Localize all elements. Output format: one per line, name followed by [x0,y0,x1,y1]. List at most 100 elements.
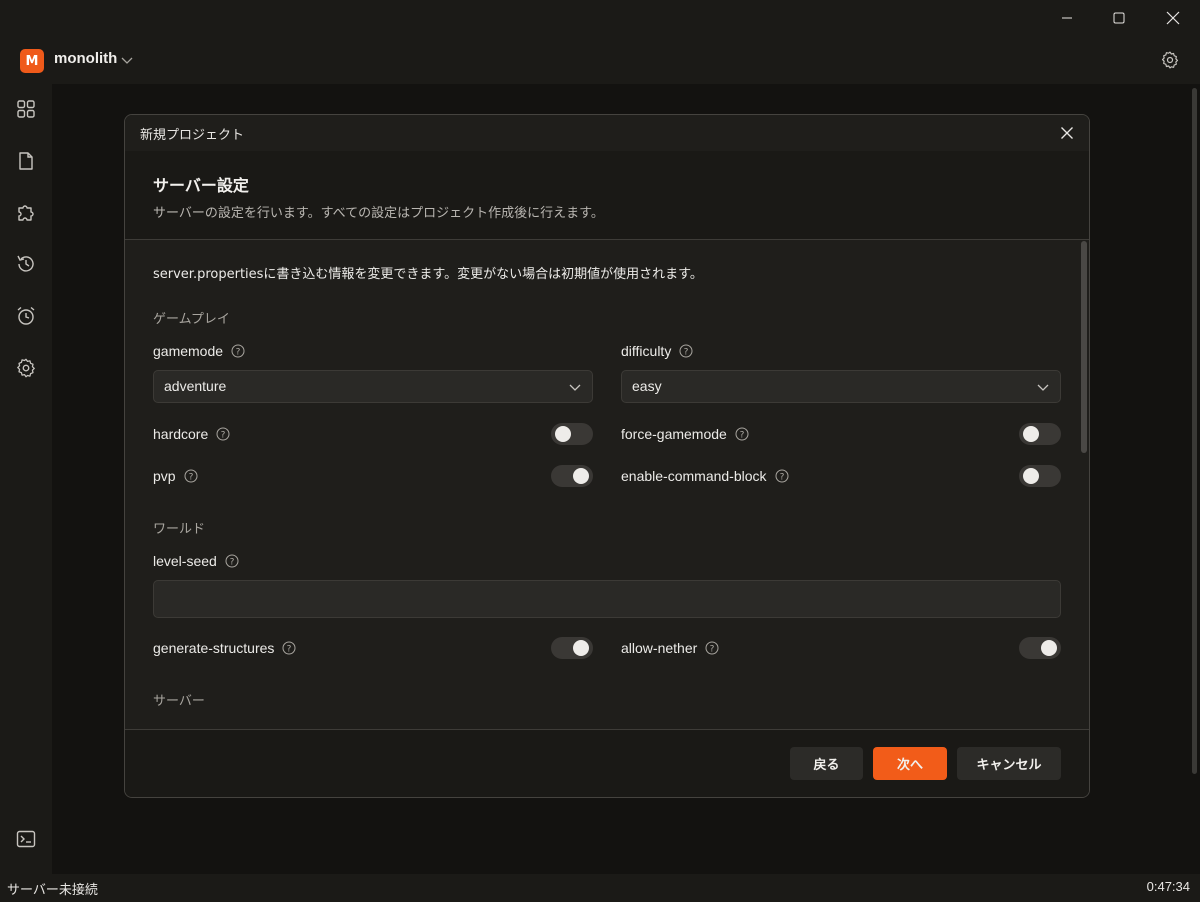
dialog-footer: 戻る 次へ キャンセル [125,729,1089,797]
help-icon[interactable]: ? [705,641,719,655]
gamemode-select[interactable]: adventure [153,370,593,403]
generate-structures-toggle[interactable] [551,637,593,659]
dialog-header: サーバー設定 サーバーの設定を行います。すべての設定はプロジェクト作成後に行えま… [125,151,1089,240]
level-seed-input[interactable] [153,580,1061,618]
pvp-toggle[interactable] [551,465,593,487]
section-server: サーバー [153,694,205,709]
step-subtitle: サーバーの設定を行います。すべての設定はプロジェクト作成後に行えます。 [153,206,604,221]
project-switcher-label[interactable]: monolith [54,50,117,67]
close-window-button[interactable] [1146,0,1200,36]
dialog-close-button[interactable] [1057,123,1077,143]
hardcore-label-text: hardcore [153,426,209,442]
toggle-knob [573,640,589,656]
app-settings-button[interactable] [1160,50,1180,74]
terminal-icon [16,830,36,848]
chevron-down-icon [569,384,581,391]
difficulty-label-text: difficulty [621,343,672,359]
force-gamemode-label: force-gamemode ? [621,426,749,442]
difficulty-value: easy [632,378,662,394]
sidebar-item-settings[interactable] [13,355,39,381]
level-seed-label-text: level-seed [153,553,217,569]
gamemode-label-text: gamemode [153,343,224,359]
svg-text:?: ? [710,645,715,655]
next-button[interactable]: 次へ [873,747,947,780]
svg-text:?: ? [684,348,689,358]
toggle-knob [555,426,571,442]
svg-text:?: ? [779,473,784,483]
section-world: ワールド [153,522,206,537]
hardcore-toggle[interactable] [551,423,593,445]
status-bar: サーバー未接続 0:47:34 [0,874,1200,902]
minimize-button[interactable] [1040,0,1094,36]
help-icon[interactable]: ? [216,427,230,441]
generate-structures-label-text: generate-structures [153,640,275,656]
new-project-dialog: 新規プロジェクト サーバー設定 サーバーの設定を行います。すべての設定はプロジェ… [124,114,1090,798]
dialog-scrollbar[interactable] [1081,241,1087,453]
help-icon[interactable]: ? [225,554,239,568]
dialog-body: server.propertiesに書き込む情報を変更できます。変更がない場合は… [125,241,1089,729]
allow-nether-toggle[interactable] [1019,637,1061,659]
generate-structures-label: generate-structures ? [153,640,296,656]
pvp-label: pvp ? [153,468,198,484]
sidebar-item-files[interactable] [13,148,39,174]
project-switcher-chevron[interactable] [120,53,134,71]
gamemode-label: gamemode ? [153,343,245,359]
difficulty-select[interactable]: easy [621,370,1061,403]
help-icon[interactable]: ? [775,469,789,483]
puzzle-icon [18,205,34,221]
force-gamemode-label-text: force-gamemode [621,426,727,442]
chevron-down-icon [121,57,133,64]
force-gamemode-toggle[interactable] [1019,423,1061,445]
status-time: 0:47:34 [1146,879,1190,894]
toggle-knob [1041,640,1057,656]
gear-icon [17,358,35,378]
difficulty-label: difficulty ? [621,343,693,359]
help-icon[interactable]: ? [282,641,296,655]
app-logo[interactable]: M [20,49,44,73]
sidebar-item-schedule[interactable] [13,303,39,329]
help-icon[interactable]: ? [184,469,198,483]
grid-icon [17,100,35,118]
close-icon [1166,11,1180,25]
svg-text:?: ? [188,473,193,483]
help-icon[interactable]: ? [679,344,693,358]
sidebar-item-dashboard[interactable] [13,96,39,122]
file-icon [19,152,33,170]
svg-text:?: ? [739,431,744,441]
sidebar-item-plugins[interactable] [13,199,39,225]
gamemode-value: adventure [164,378,227,394]
allow-nether-label: allow-nether ? [621,640,719,656]
main-scrollbar[interactable] [1192,88,1197,774]
help-icon[interactable]: ? [231,344,245,358]
history-icon [17,255,34,272]
enable-command-block-toggle[interactable] [1019,465,1061,487]
app-header: M monolith [0,36,1200,84]
dialog-title: 新規プロジェクト [140,128,245,143]
close-icon [1061,127,1073,139]
svg-text:?: ? [221,431,226,441]
svg-text:?: ? [287,645,292,655]
sidebar-item-terminal[interactable] [13,826,39,852]
alarm-clock-icon [17,306,35,325]
hardcore-label: hardcore ? [153,426,230,442]
cancel-button[interactable]: キャンセル [957,747,1061,780]
toggle-knob [1023,468,1039,484]
svg-text:?: ? [236,348,241,358]
step-heading: サーバー設定 [153,176,249,195]
window-titlebar [0,0,1200,36]
dialog-titlebar: 新規プロジェクト [125,115,1089,151]
body-description: server.propertiesに書き込む情報を変更できます。変更がない場合は… [153,267,703,282]
maximize-button[interactable] [1092,0,1146,36]
enable-command-block-label-text: enable-command-block [621,468,767,484]
gear-icon [1161,51,1179,69]
help-icon[interactable]: ? [735,427,749,441]
toggle-knob [573,468,589,484]
minimize-icon [1062,17,1072,19]
maximize-icon [1113,12,1125,24]
sidebar-item-history[interactable] [13,251,39,277]
toggle-knob [1023,426,1039,442]
back-button[interactable]: 戻る [790,747,863,780]
pvp-label-text: pvp [153,468,176,484]
sidebar [0,84,52,874]
enable-command-block-label: enable-command-block ? [621,468,789,484]
